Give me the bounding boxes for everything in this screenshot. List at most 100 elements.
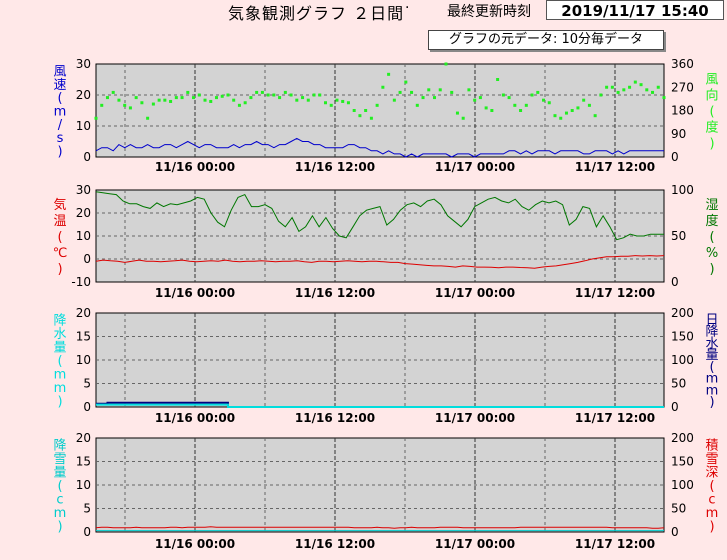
wind-direction-point (203, 98, 207, 102)
wind-direction-point (117, 98, 121, 102)
wind-direction-point (180, 96, 184, 100)
wind-direction-point (438, 88, 442, 92)
wind-direction-point (410, 90, 414, 94)
right-axis-label-char: ( (709, 105, 714, 120)
wind-direction-point (450, 90, 454, 94)
wind-direction-point (467, 88, 471, 92)
right-tick-label: 270 (671, 80, 694, 94)
left-axis-label-char: ( (57, 230, 62, 245)
wind-direction-point (427, 88, 431, 92)
wind-direction-point (346, 101, 350, 105)
right-tick-label: 200 (671, 306, 694, 320)
x-tick-label: 11/16 00:00 (155, 286, 235, 300)
wind-direction-point (369, 116, 373, 120)
wind-direction-point (622, 88, 626, 92)
x-tick-label: 11/17 12:00 (575, 411, 655, 425)
left-axis-label-char: ) (57, 262, 62, 277)
left-tick-label: 5 (83, 377, 91, 391)
wind-direction-point (232, 98, 236, 102)
wind-direction-point (197, 93, 201, 97)
wind-direction-point (616, 90, 620, 94)
weather-charts: 0102030090180270360風速(m/s)風向(度)11/16 00:… (53, 57, 719, 551)
left-tick-label: 20 (76, 306, 91, 320)
wind-direction-point (249, 96, 253, 100)
right-axis-label-char: ) (709, 395, 714, 410)
wind-direction-point (628, 85, 632, 89)
wind-direction-point (455, 111, 459, 115)
wind-direction-point (547, 101, 551, 105)
right-axis-label-char: ) (709, 137, 714, 152)
wind-direction-point (610, 85, 614, 89)
wind-direction-point (651, 90, 655, 94)
left-tick-label: 10 (76, 478, 91, 492)
wind-direction-point (105, 96, 109, 100)
left-tick-label: 0 (83, 525, 91, 539)
right-tick-label: 100 (671, 353, 694, 367)
wind-direction-point (111, 90, 115, 94)
wind-direction-point (157, 98, 161, 102)
wind-direction-point (387, 72, 391, 76)
left-axis-label-char: ) (57, 394, 62, 409)
wind-direction-point (237, 103, 241, 107)
wind-direction-point (140, 101, 144, 105)
wind-direction-point (433, 96, 437, 100)
wind-direction-point (364, 109, 368, 112)
right-axis-label-char: 向 (705, 88, 718, 104)
right-tick-label: 50 (671, 229, 686, 243)
wind-direction-point (323, 101, 327, 105)
wind-direction-point (398, 90, 402, 94)
wind-direction-point (260, 90, 264, 94)
wind-direction-point (605, 85, 609, 89)
x-tick-label: 11/17 00:00 (435, 537, 515, 551)
wind-direction-point (94, 116, 98, 120)
wind-direction-point (507, 96, 511, 100)
wind-direction-point (186, 90, 190, 94)
right-axis-label-char: ) (709, 262, 714, 277)
left-tick-label: 20 (76, 88, 91, 102)
wind-direction-point (318, 93, 322, 97)
right-tick-label: 50 (671, 502, 686, 516)
x-tick-label: 11/16 12:00 (295, 537, 375, 551)
left-tick-label: 10 (76, 119, 91, 133)
wind-direction-point (312, 93, 316, 97)
wind-direction-point (415, 103, 419, 107)
right-axis-label-char: 風 (705, 73, 718, 88)
wind-direction-point (169, 99, 173, 103)
wind-direction-point (564, 111, 568, 115)
left-tick-label: 0 (83, 252, 91, 266)
wind-direction-point (128, 106, 132, 110)
right-tick-label: 360 (671, 57, 694, 71)
wind-direction-point (530, 93, 534, 97)
wind-direction-point (553, 114, 557, 118)
left-tick-label: 10 (76, 353, 91, 367)
right-axis-label-char: ) (709, 519, 714, 534)
x-tick-label: 11/17 00:00 (435, 160, 515, 174)
left-tick-label: 15 (76, 455, 91, 469)
right-tick-label: 100 (671, 478, 694, 492)
wind-direction-point (501, 93, 505, 97)
right-tick-label: 50 (671, 377, 686, 391)
wind-direction-point (209, 99, 213, 103)
x-tick-label: 11/17 00:00 (435, 286, 515, 300)
wind-direction-point (134, 96, 138, 100)
wind-direction-point (306, 98, 310, 102)
wind-direction-point (289, 93, 293, 97)
x-tick-label: 11/16 00:00 (155, 537, 235, 551)
left-tick-label: 30 (76, 57, 91, 71)
x-tick-label: 11/16 00:00 (155, 411, 235, 425)
wind-direction-point (473, 98, 477, 102)
right-tick-label: 100 (671, 183, 694, 197)
wind-direction-point (295, 98, 299, 102)
left-axis-label-char: ) (57, 519, 62, 534)
wind-direction-point (381, 85, 385, 89)
wind-direction-point (536, 90, 540, 94)
wind-direction-point (329, 103, 333, 107)
wind-direction-point (444, 62, 448, 66)
wind-direction-point (587, 103, 591, 107)
wind-direction-point (490, 109, 494, 112)
wind-direction-point (392, 98, 396, 102)
right-tick-label: 200 (671, 431, 694, 445)
wind-direction-point (146, 116, 150, 120)
left-axis-label-char: ℃ (53, 246, 68, 261)
plot-area (95, 63, 665, 158)
